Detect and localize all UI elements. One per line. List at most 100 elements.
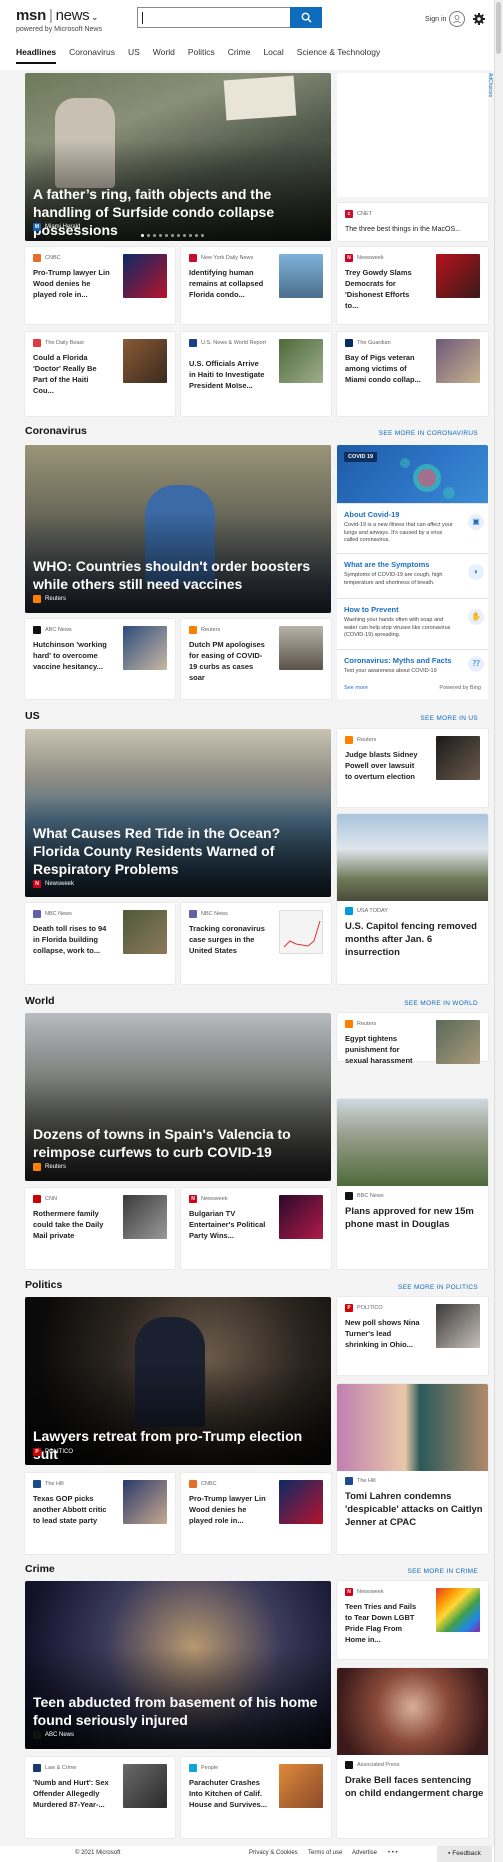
news-card[interactable]: CNBC Pro-Trump lawyer Lin Wood denies he… <box>25 247 175 324</box>
news-card[interactable]: People Parachuter Crashes Into Kitchen o… <box>181 1757 331 1838</box>
card-title[interactable]: Teen Tries and Fails to Tear Down LGBT P… <box>345 1601 423 1645</box>
card-title[interactable]: Judge blasts Sidney Powell over lawsuit … <box>345 749 423 782</box>
news-card[interactable]: Law & Crime 'Numb and Hurt': Sex Offende… <box>25 1757 175 1838</box>
carousel-dot[interactable] <box>189 234 192 237</box>
nav-us[interactable]: US <box>128 47 140 64</box>
news-card[interactable]: CNBC Pro-Trump lawyer Lin Wood denies he… <box>181 1473 331 1554</box>
headline-hero[interactable]: A father’s ring, faith objects and the h… <box>25 73 331 241</box>
card-title[interactable]: New poll shows Nina Turner's lead shrink… <box>345 1317 423 1350</box>
nav-headlines[interactable]: Headlines <box>16 47 57 64</box>
news-card[interactable]: ABC News Hutchinson 'working hard' to ov… <box>25 619 175 699</box>
gear-icon[interactable] <box>472 12 486 26</box>
card-title[interactable]: Egypt tightens punishment for sexual har… <box>345 1033 423 1066</box>
carousel-dot[interactable] <box>147 234 150 237</box>
news-card[interactable]: P POLITICO New poll shows Nina Turner's l… <box>337 1297 488 1375</box>
see-more-coronavirus[interactable]: SEE MORE IN CORONAVIRUS <box>348 430 478 437</box>
news-card[interactable]: New York Daily News Identifying human re… <box>181 247 331 324</box>
covid-item-title[interactable]: What are the Symptoms <box>344 560 488 569</box>
card-title[interactable]: Parachuter Crashes Into Kitchen of Calif… <box>189 1777 267 1810</box>
carousel-dot[interactable] <box>177 234 180 237</box>
covid-item-title[interactable]: About Covid-19 <box>344 510 488 519</box>
hero-title[interactable]: WHO: Countries shouldn't order boosters … <box>33 557 319 593</box>
nav-politics[interactable]: Politics <box>188 47 215 64</box>
covid-item-title[interactable]: Coronavirus: Myths and Facts <box>344 656 488 665</box>
news-card-tall[interactable]: Associated Press Drake Bell faces senten… <box>337 1668 488 1838</box>
feedback-button[interactable]: ▪ Feedback <box>437 1846 492 1862</box>
crime-hero[interactable]: Teen abducted from basement of his home … <box>25 1581 331 1749</box>
carousel-dot[interactable] <box>141 234 144 237</box>
section-heading-politics[interactable]: Politics <box>25 1279 62 1291</box>
section-heading-crime[interactable]: Crime <box>25 1563 55 1575</box>
card-title[interactable]: Dutch PM apologises for easing of COVID-… <box>189 639 267 683</box>
covid-item-myths[interactable]: Coronavirus: Myths and Facts Test your a… <box>337 649 488 681</box>
carousel-dots[interactable] <box>141 234 204 237</box>
news-card-tall[interactable]: BBC News Plans approved for new 15m phon… <box>337 1099 488 1269</box>
news-card-tall[interactable]: USA TODAY U.S. Capitol fencing removed m… <box>337 814 488 984</box>
news-card[interactable]: Reuters Egypt tightens punishment for se… <box>337 1013 488 1065</box>
privacy-link[interactable]: Privacy & Cookies <box>249 1850 298 1856</box>
card-title[interactable]: Plans approved for new 15m phone mast in… <box>345 1205 485 1231</box>
section-heading-coronavirus[interactable]: Coronavirus <box>25 425 87 437</box>
section-heading-us[interactable]: US <box>25 710 40 722</box>
see-more-politics[interactable]: SEE MORE IN POLITICS <box>348 1284 478 1291</box>
card-title[interactable]: Drake Bell faces sentencing on child end… <box>345 1774 485 1800</box>
card-title[interactable]: Pro-Trump lawyer Lin Wood denies he play… <box>189 1493 267 1526</box>
news-card[interactable]: NBC News Death toll rises to 94 in Flori… <box>25 903 175 984</box>
carousel-dot[interactable] <box>159 234 162 237</box>
card-title[interactable]: Tomi Lahren condemns 'despicable' attack… <box>345 1490 485 1529</box>
card-title[interactable]: Texas GOP picks another Abbott critic to… <box>33 1493 111 1526</box>
card-title[interactable]: Death toll rises to 94 in Florida buildi… <box>33 923 111 956</box>
msn-logo[interactable]: msn | news ⌄ <box>16 7 98 24</box>
nav-coronavirus[interactable]: Coronavirus <box>69 47 115 64</box>
news-card[interactable]: N Newsweek Trey Gowdy Slams Democrats for… <box>337 247 488 324</box>
hero-title[interactable]: Teen abducted from basement of his home … <box>33 1693 319 1729</box>
ad-choices-link[interactable]: AdChoices <box>485 73 493 113</box>
hero-title[interactable]: Dozens of towns in Spain's Valencia to r… <box>33 1125 319 1161</box>
card-title[interactable]: Rothermere family could take the Daily M… <box>33 1208 111 1241</box>
sign-in-link[interactable]: Sign in <box>425 16 446 23</box>
card-title[interactable]: Bulgarian TV Entertainer's Political Par… <box>189 1208 267 1241</box>
hero-title[interactable]: Lawyers retreat from pro-Trump election … <box>33 1427 319 1463</box>
page-scrollbar[interactable] <box>494 0 503 1862</box>
news-card[interactable]: The Daily Beast Could a Florida 'Doctor'… <box>25 332 175 416</box>
see-more-world[interactable]: SEE MORE IN WORLD <box>348 1000 478 1007</box>
covid-item-about[interactable]: About Covid-19 Covid-19 is a new illness… <box>337 503 488 545</box>
carousel-dot[interactable] <box>183 234 186 237</box>
news-card[interactable]: U.S. News & World Report U.S. Officials … <box>181 332 331 416</box>
news-card[interactable]: The Guardian Bay of Pigs veteran among v… <box>337 332 488 416</box>
card-title[interactable]: 'Numb and Hurt': Sex Offender Allegedly … <box>33 1777 111 1810</box>
card-title[interactable]: U.S. Officials Arrive in Haiti to Invest… <box>189 358 267 391</box>
nav-world[interactable]: World <box>153 47 175 64</box>
terms-link[interactable]: Terms of use <box>308 1850 342 1856</box>
see-more-crime[interactable]: SEE MORE IN CRIME <box>348 1568 478 1575</box>
card-title[interactable]: Bay of Pigs veteran among victims of Mia… <box>345 352 423 385</box>
card-title[interactable]: Tracking coronavirus case surges in the … <box>189 923 267 956</box>
politics-hero[interactable]: Lawyers retreat from pro-Trump election … <box>25 1297 331 1465</box>
section-heading-world[interactable]: World <box>25 995 55 1007</box>
news-card[interactable]: Reuters Judge blasts Sidney Powell over … <box>337 729 488 807</box>
covid-see-more-link[interactable]: See more <box>344 685 368 691</box>
chevron-down-icon[interactable]: ⌄ <box>91 13 98 22</box>
card-title[interactable]: U.S. Capitol fencing removed months afte… <box>345 920 485 959</box>
card-title[interactable]: The three best things in the MacOS... <box>345 224 485 235</box>
covid-item-title[interactable]: How to Prevent <box>344 605 488 614</box>
world-hero[interactable]: Dozens of towns in Spain's Valencia to r… <box>25 1013 331 1181</box>
coronavirus-hero[interactable]: WHO: Countries shouldn't order boosters … <box>25 445 331 613</box>
advertise-link[interactable]: Advertise <box>352 1850 377 1856</box>
nav-crime[interactable]: Crime <box>228 47 251 64</box>
more-icon[interactable]: • • • <box>388 1850 398 1856</box>
news-card[interactable]: NBC News Tracking coronavirus case surge… <box>181 903 331 984</box>
card-title[interactable]: Identifying human remains at collapsed F… <box>189 267 267 300</box>
carousel-dot[interactable] <box>165 234 168 237</box>
see-more-us[interactable]: SEE MORE IN US <box>348 715 478 722</box>
nav-local[interactable]: Local <box>263 47 283 64</box>
carousel-dot[interactable] <box>171 234 174 237</box>
us-hero[interactable]: What Causes Red Tide in the Ocean? Flori… <box>25 729 331 897</box>
carousel-dot[interactable] <box>153 234 156 237</box>
covid-item-symptoms[interactable]: What are the Symptoms Symptoms of COVID-… <box>337 553 488 595</box>
carousel-dot[interactable] <box>195 234 198 237</box>
news-card[interactable]: N Newsweek Teen Tries and Fails to Tear D… <box>337 1581 488 1659</box>
card-title[interactable]: Pro-Trump lawyer Lin Wood denies he play… <box>33 267 111 300</box>
nav-science-technology[interactable]: Science & Technology <box>297 47 380 64</box>
carousel-dot[interactable] <box>201 234 204 237</box>
